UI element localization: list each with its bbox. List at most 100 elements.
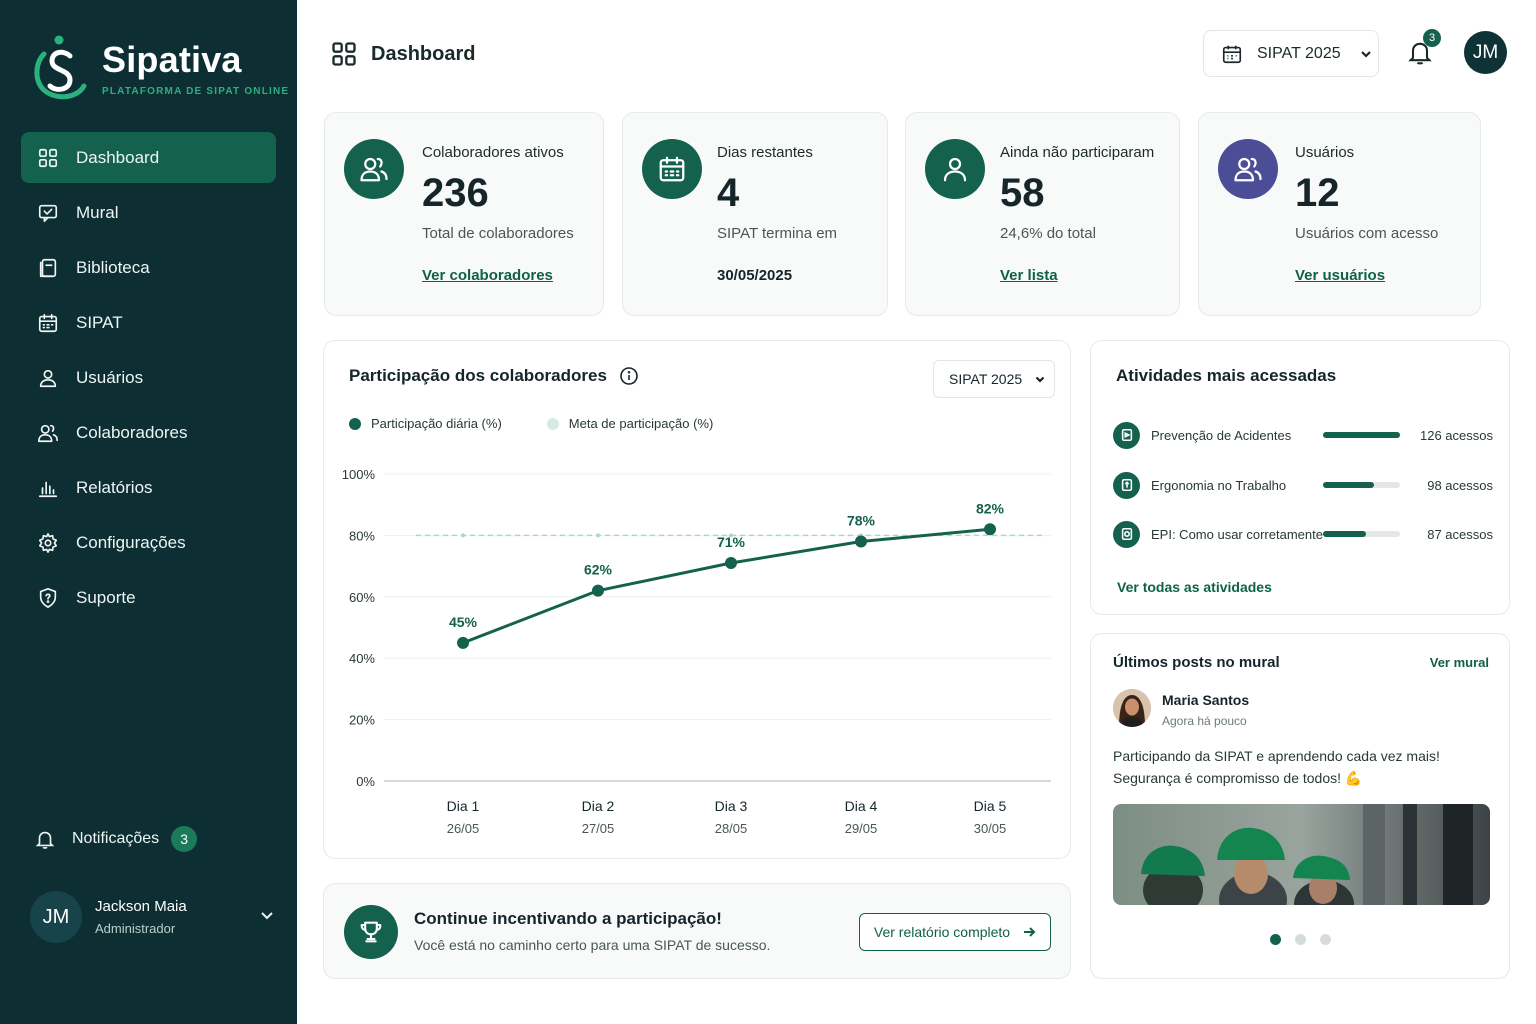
grid-icon [36, 146, 60, 170]
notifications-button[interactable]: 3 [1406, 29, 1441, 68]
meta-point [461, 533, 465, 538]
stat-value: 12 [1295, 171, 1340, 215]
carousel-dot[interactable] [1295, 934, 1306, 945]
sidebar-item-label: Mural [76, 202, 119, 222]
shield-question-icon [36, 586, 60, 610]
activity-count: 87 acessos [1427, 526, 1493, 542]
x-tick-label: Dia 5 [974, 798, 1007, 814]
chevron-down-icon [1035, 376, 1045, 383]
user-role: Administrador [95, 921, 176, 936]
stat-label: Usuários [1295, 144, 1355, 161]
document-icon [1113, 421, 1140, 449]
incentive-banner: Continue incentivando a participação! Vo… [323, 883, 1071, 979]
sidebar-item-label: Relatórios [76, 477, 153, 497]
ver-mural-link[interactable]: Ver mural [1430, 655, 1489, 670]
stat-sub: Usuários com acesso [1295, 225, 1439, 242]
notifications-badge: 3 [171, 826, 198, 852]
chevron-down-icon [259, 907, 275, 928]
activity-name: EPI: Como usar corretamente [1151, 526, 1323, 542]
stat-card-nao-participaram: Ainda não participaram 58 24,6% do total… [905, 112, 1180, 316]
all-activities-link[interactable]: Ver todas as atividades [1117, 579, 1272, 595]
sidebar-item-colaboradores[interactable]: Colaboradores [21, 407, 276, 458]
meta-point [596, 533, 600, 538]
workers-helmets-photo [1113, 804, 1490, 905]
gear-icon [36, 531, 60, 555]
legend-label: Meta de participação (%) [568, 416, 714, 431]
activity-row[interactable]: Prevenção de Acidentes 126 acessos [1113, 421, 1493, 449]
chart-legend: Participação diária (%) Meta de particip… [349, 416, 758, 431]
activity-bar [1323, 531, 1400, 537]
sidebar-item-label: Usuários [76, 367, 144, 387]
sidebar-item-usuarios[interactable]: Usuários [21, 352, 276, 403]
activity-count: 126 acessos [1420, 427, 1493, 443]
activity-bar [1323, 482, 1400, 488]
sidebar-user-menu[interactable]: JM Jackson Maia Administrador [30, 891, 275, 943]
brand-name: Sipativa [102, 38, 242, 80]
sidebar-item-dashboard[interactable]: Dashboard [21, 132, 276, 183]
legend-item-participacao: Participação diária (%) [349, 416, 502, 431]
carousel-dot[interactable] [1320, 934, 1331, 945]
sipat-end-date: 30/05/2025 [717, 267, 793, 284]
carousel-dot[interactable] [1270, 934, 1281, 945]
sidebar-item-configuracoes[interactable]: Configurações [21, 517, 276, 568]
sipat-year-select[interactable]: SIPAT 2025 [1203, 30, 1379, 77]
info-icon[interactable] [619, 366, 639, 386]
stat-sub: 24,6% do total [1000, 225, 1096, 242]
sidebar-item-label: Suporte [76, 587, 136, 607]
calendar-icon [36, 311, 60, 335]
sidebar-nav: Dashboard Mural Biblioteca SIPAT Usuário… [21, 132, 276, 627]
activity-bar-fill [1323, 531, 1367, 537]
x-tick-date: 28/05 [715, 821, 748, 836]
sidebar-item-biblioteca[interactable]: Biblioteca [21, 242, 276, 293]
sidebar-notifications[interactable]: Notificações 3 [34, 826, 198, 852]
sidebar-item-label: Biblioteca [76, 257, 150, 277]
sidebar-item-relatorios[interactable]: Relatórios [21, 462, 276, 513]
stat-sub: Total de colaboradores [422, 225, 574, 242]
arrow-right-icon [1024, 927, 1036, 937]
page-title: Dashboard [330, 40, 475, 68]
stat-label: Colaboradores ativos [422, 144, 564, 161]
x-tick-date: 29/05 [845, 821, 878, 836]
data-point [984, 523, 996, 536]
notifications-badge: 3 [1423, 29, 1441, 47]
activity-row[interactable]: EPI: Como usar corretamente 87 acessos [1113, 520, 1493, 548]
chart-year-select[interactable]: SIPAT 2025 [933, 360, 1055, 398]
trophy-icon [344, 905, 398, 959]
brand-tagline: PLATAFORMA DE SIPAT ONLINE [102, 85, 290, 97]
x-tick-label: Dia 3 [715, 798, 748, 814]
full-report-button[interactable]: Ver relatório completo [859, 913, 1051, 951]
ver-colaboradores-link[interactable]: Ver colaboradores [422, 267, 553, 284]
sidebar-item-mural[interactable]: Mural [21, 187, 276, 238]
sidebar-item-label: SIPAT [76, 312, 123, 332]
stat-value: 58 [1000, 171, 1045, 215]
y-tick-label: 20% [349, 713, 375, 728]
page-title-text: Dashboard [371, 42, 476, 65]
sidebar-item-label: Configurações [76, 532, 186, 552]
activity-bar [1323, 432, 1400, 438]
post-author: Maria Santos [1162, 692, 1250, 708]
notifications-label: Notificações [72, 830, 160, 847]
logo-icon [34, 35, 87, 100]
y-tick-label: 100% [342, 467, 376, 482]
ver-usuarios-link[interactable]: Ver usuários [1295, 267, 1385, 284]
activities-title: Atividades mais acessadas [1116, 366, 1337, 385]
activity-bar-fill [1323, 432, 1400, 438]
activity-row[interactable]: Ergonomia no Trabalho 98 acessos [1113, 471, 1493, 499]
legend-item-meta: Meta de participação (%) [546, 416, 714, 431]
users-icon [1218, 139, 1278, 199]
stat-card-colaboradores: Colaboradores ativos 236 Total de colabo… [324, 112, 604, 316]
sidebar-item-suporte[interactable]: Suporte [21, 572, 276, 623]
avatar[interactable]: JM [1464, 31, 1507, 74]
grid-icon [332, 42, 356, 66]
full-report-label: Ver relatório completo [873, 924, 1011, 940]
sidebar-item-sipat[interactable]: SIPAT [21, 297, 276, 348]
stat-card-dias-restantes: Dias restantes 4 SIPAT termina em 30/05/… [622, 112, 888, 316]
brand[interactable]: Sipativa PLATAFORMA DE SIPAT ONLINE [30, 34, 289, 102]
avatar[interactable] [1113, 689, 1151, 727]
legend-swatch [349, 417, 361, 430]
calendar-icon [1222, 45, 1242, 63]
post-image[interactable] [1113, 804, 1490, 905]
ver-lista-link[interactable]: Ver lista [1000, 267, 1058, 284]
data-point [592, 584, 604, 597]
data-label: 71% [717, 534, 746, 550]
